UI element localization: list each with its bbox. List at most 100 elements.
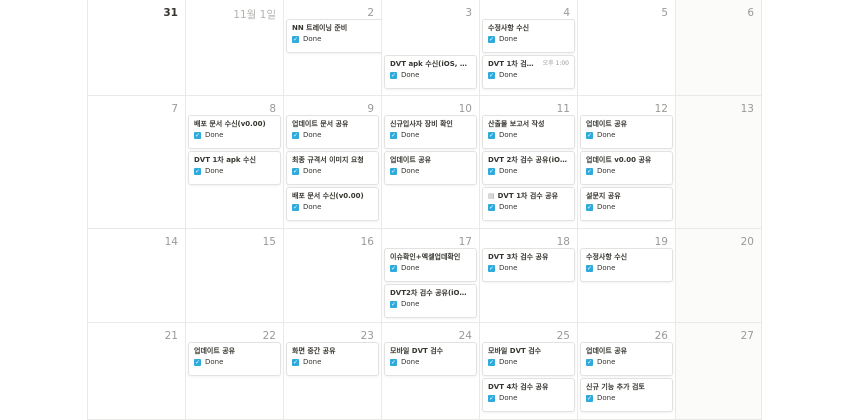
calendar-day-cell[interactable]: 22업데이트 공유✓DoneB 프로젝트 (186, 323, 284, 420)
event-card[interactable]: NN 트레이닝 준비✓Done기타 (286, 19, 381, 53)
status-row: ✓ Done (292, 166, 373, 176)
calendar-day-cell[interactable]: 31 (88, 0, 186, 96)
calendar-day-cell[interactable]: 11월 1일 (186, 0, 284, 96)
event-card[interactable]: 수정사항 수신✓DoneB 프로젝트 (580, 248, 673, 282)
status-row: ✓ Done (488, 166, 569, 176)
status-label: Done (499, 203, 518, 211)
event-card[interactable]: 모바일 DVT 검수✓DoneC 프로젝트 (482, 342, 575, 376)
event-card[interactable]: 배포 문서 수신(v0.00)✓DoneC 프로젝트 (286, 187, 379, 221)
event-card[interactable]: ▤DVT 1차 검수 공유✓DoneE 프로젝트 (482, 187, 575, 221)
status-row: ✓ Done (586, 130, 667, 140)
event-card[interactable]: 화면 중간 공유✓DoneE 프로젝트 (286, 342, 379, 376)
event-title: 업데이트 문서 공유 (292, 119, 373, 129)
calendar-day-cell[interactable]: 3DVT apk 수신(iOS, AOS)✓DoneC 프로젝트 (382, 0, 480, 96)
event-card[interactable]: DVT2차 검수 공유(iOS, AOS)✓DoneE 프로젝트 (384, 284, 477, 318)
calendar-day-cell[interactable]: 7 (88, 96, 186, 229)
status-row: ✓ Done (586, 357, 667, 367)
checkbox-checked-icon[interactable]: ✓ (390, 131, 397, 139)
event-list: 수정사항 수신✓DoneB 프로젝트 DVT 1차 검수 공유(i...오후 1:… (482, 19, 575, 91)
calendar-day-cell[interactable]: 27 (676, 323, 762, 420)
checkbox-checked-icon[interactable]: ✓ (488, 394, 495, 402)
checkbox-checked-icon[interactable]: ✓ (488, 264, 495, 272)
event-card[interactable]: DVT 1차 apk 수신✓DoneD 프로젝트 (188, 151, 281, 185)
checkbox-checked-icon[interactable]: ✓ (292, 203, 299, 211)
calendar-day-cell[interactable]: 12업데이트 공유✓DoneB 프로젝트업데이트 v0.00 공유✓DoneA … (578, 96, 676, 229)
event-list: 업데이트 공유✓DoneB 프로젝트업데이트 v0.00 공유✓DoneA 프로… (580, 115, 673, 223)
event-card[interactable]: 최종 규격서 이미지 요청✓DoneE 프로젝트 (286, 151, 379, 185)
calendar-day-cell[interactable]: 4수정사항 수신✓DoneB 프로젝트DVT 1차 검수 공유(i...오후 1… (480, 0, 578, 96)
event-card[interactable]: 신규 기능 추가 검토✓DoneE 프로젝트 (580, 378, 673, 412)
event-card[interactable]: 설문지 공유✓Done인사/채용/면담 (580, 187, 673, 221)
event-card[interactable]: DVT 1차 검수 공유(i...오후 1:00✓DoneC 프로젝트 (482, 55, 575, 89)
calendar-day-cell[interactable]: 6 (676, 0, 762, 96)
checkbox-checked-icon[interactable]: ✓ (586, 131, 593, 139)
checkbox-checked-icon[interactable]: ✓ (488, 358, 495, 366)
checkbox-checked-icon[interactable]: ✓ (292, 358, 299, 366)
checkbox-checked-icon[interactable]: ✓ (586, 264, 593, 272)
checkbox-checked-icon[interactable]: ✓ (488, 35, 495, 43)
event-card[interactable]: DVT apk 수신(iOS, AOS)✓DoneC 프로젝트 (384, 55, 477, 89)
checkbox-checked-icon[interactable]: ✓ (390, 71, 397, 79)
calendar-day-cell[interactable]: 21 (88, 323, 186, 420)
checkbox-checked-icon[interactable]: ✓ (488, 167, 495, 175)
event-card[interactable]: 수정사항 수신✓DoneB 프로젝트 (482, 19, 575, 53)
event-card[interactable]: 업데이트 공유✓DoneD 프로젝트 (384, 151, 477, 185)
calendar-day-cell[interactable]: 26업데이트 공유✓DoneB 프로젝트신규 기능 추가 검토✓DoneE 프로… (578, 323, 676, 420)
calendar-day-cell[interactable]: 15 (186, 229, 284, 323)
status-row: ✓ Done (390, 70, 471, 80)
event-title: DVT 2차 검수 공유(iOS, AOS) (488, 155, 569, 165)
checkbox-checked-icon[interactable]: ✓ (292, 35, 299, 43)
checkbox-checked-icon[interactable]: ✓ (586, 394, 593, 402)
calendar-day-cell[interactable]: 10신규입사자 장비 확인✓Done기타업데이트 공유✓DoneD 프로젝트 (382, 96, 480, 229)
checkbox-checked-icon[interactable]: ✓ (194, 167, 201, 175)
checkbox-checked-icon[interactable]: ✓ (390, 167, 397, 175)
event-card[interactable]: 모바일 DVT 검수✓DoneE 프로젝트 (384, 342, 477, 376)
checkbox-checked-icon[interactable]: ✓ (390, 358, 397, 366)
event-title: 업데이트 공유 (586, 346, 667, 356)
event-card[interactable]: DVT 4차 검수 공유✓DoneE 프로젝트 (482, 378, 575, 412)
checkbox-checked-icon[interactable]: ✓ (194, 131, 201, 139)
event-card[interactable]: 업데이트 공유✓DoneB 프로젝트 (188, 342, 281, 376)
calendar-day-cell[interactable]: 23화면 중간 공유✓DoneE 프로젝트 (284, 323, 382, 420)
event-card[interactable]: 업데이트 공유✓DoneB 프로젝트 (580, 115, 673, 149)
event-card[interactable]: 업데이트 공유✓DoneB 프로젝트 (580, 342, 673, 376)
event-card[interactable]: 이슈확인+엑셀업데확인✓DoneB 프로젝트 (384, 248, 477, 282)
calendar-day-cell[interactable]: 17이슈확인+엑셀업데확인✓DoneB 프로젝트DVT2차 검수 공유(iOS,… (382, 229, 480, 323)
event-spacer (384, 19, 477, 55)
event-card[interactable]: 신규입사자 장비 확인✓Done기타 (384, 115, 477, 149)
checkbox-checked-icon[interactable]: ✓ (194, 358, 201, 366)
calendar-day-cell[interactable]: 13 (676, 96, 762, 229)
calendar-day-cell[interactable]: 11산출물 보고서 작성✓DoneE 프로젝트DVT 2차 검수 공유(iOS,… (480, 96, 578, 229)
event-title-text: 모바일 DVT 검수 (390, 347, 444, 355)
calendar-day-cell[interactable]: 16 (284, 229, 382, 323)
event-card[interactable]: 배포 문서 수신(v0.00)✓DoneA 프로젝트 (188, 115, 281, 149)
calendar-day-cell[interactable]: 24모바일 DVT 검수✓DoneE 프로젝트 (382, 323, 480, 420)
checkbox-checked-icon[interactable]: ✓ (488, 71, 495, 79)
calendar-day-cell[interactable]: 5 (578, 0, 676, 96)
event-card[interactable]: DVT 3차 검수 공유✓DoneB 프로젝트 (482, 248, 575, 282)
checkbox-checked-icon[interactable]: ✓ (292, 167, 299, 175)
calendar-day-cell[interactable]: 9업데이트 문서 공유✓DoneB 프로젝트최종 규격서 이미지 요청✓Done… (284, 96, 382, 229)
calendar-day-cell[interactable]: 19수정사항 수신✓DoneB 프로젝트 (578, 229, 676, 323)
day-number: 18 (556, 236, 570, 248)
calendar-day-cell[interactable]: 8배포 문서 수신(v0.00)✓DoneA 프로젝트DVT 1차 apk 수신… (186, 96, 284, 229)
checkbox-checked-icon[interactable]: ✓ (586, 358, 593, 366)
calendar-day-cell[interactable]: 20 (676, 229, 762, 323)
event-card[interactable]: 업데이트 문서 공유✓DoneB 프로젝트 (286, 115, 379, 149)
checkbox-checked-icon[interactable]: ✓ (390, 300, 397, 308)
event-title: DVT 1차 검수 공유(i...오후 1:00 (488, 59, 569, 69)
checkbox-checked-icon[interactable]: ✓ (586, 167, 593, 175)
checkbox-checked-icon[interactable]: ✓ (488, 203, 495, 211)
calendar-day-cell[interactable]: 2NN 트레이닝 준비✓Done기타 (284, 0, 382, 96)
checkbox-checked-icon[interactable]: ✓ (488, 131, 495, 139)
calendar-day-cell[interactable]: 14 (88, 229, 186, 323)
checkbox-checked-icon[interactable]: ✓ (390, 264, 397, 272)
calendar-day-cell[interactable]: 25모바일 DVT 검수✓DoneC 프로젝트DVT 4차 검수 공유✓Done… (480, 323, 578, 420)
event-card[interactable]: DVT 2차 검수 공유(iOS, AOS)✓DoneC 프로젝트 (482, 151, 575, 185)
event-title: 화면 중간 공유 (292, 346, 373, 356)
event-card[interactable]: 업데이트 v0.00 공유✓DoneA 프로젝트 (580, 151, 673, 185)
checkbox-checked-icon[interactable]: ✓ (292, 131, 299, 139)
checkbox-checked-icon[interactable]: ✓ (586, 203, 593, 211)
event-card[interactable]: 산출물 보고서 작성✓DoneE 프로젝트 (482, 115, 575, 149)
calendar-day-cell[interactable]: 18DVT 3차 검수 공유✓DoneB 프로젝트 (480, 229, 578, 323)
